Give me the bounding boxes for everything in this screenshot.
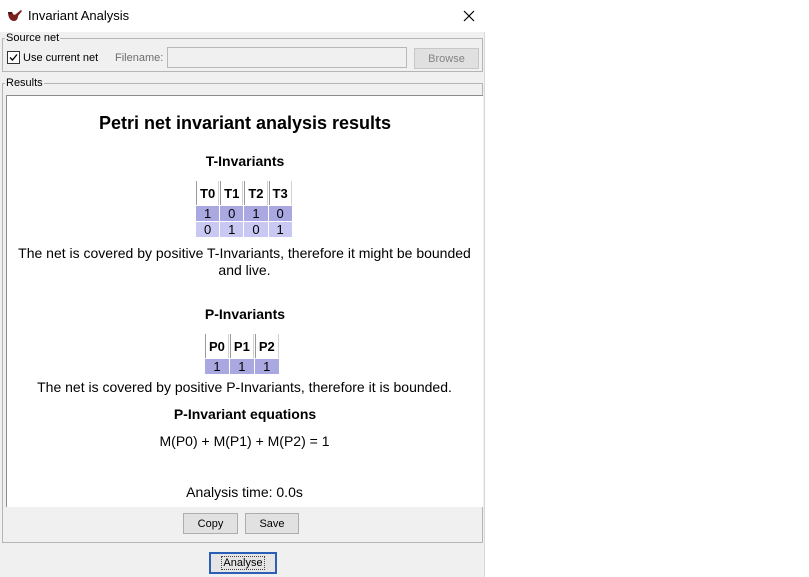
copy-button[interactable]: Copy: [183, 513, 238, 534]
tobacco-pipe-icon: [6, 8, 24, 24]
table-header: P2: [254, 334, 279, 358]
table-header: T1: [220, 181, 244, 205]
p-invariants-summary: The net is covered by positive P-Invaria…: [37, 379, 452, 395]
table-cell: 1: [244, 206, 268, 221]
filename-label: Filename:: [115, 52, 164, 64]
save-button[interactable]: Save: [245, 513, 299, 534]
table-header: T2: [244, 181, 268, 205]
t-invariants-summary: The net is covered by positive T-Invaria…: [18, 245, 471, 278]
analysis-time: Analysis time: 0.0s: [186, 484, 303, 500]
table-header: T3: [268, 181, 292, 205]
close-icon: [463, 10, 475, 22]
table-header: T0: [196, 181, 220, 205]
results-legend: Results: [6, 77, 43, 89]
t-invariants-table: T0 T1 T2 T3 1 0 1 0 0 1 0 1: [195, 180, 293, 238]
results-title: Petri net invariant analysis results: [98, 113, 392, 133]
window-title: Invariant Analysis: [28, 8, 130, 23]
table-cell: 1: [220, 222, 244, 237]
t-invariants-header-row: T0 T1 T2 T3: [196, 181, 292, 205]
table-cell: 1: [196, 206, 220, 221]
use-current-net-checkbox[interactable]: Use current net: [7, 51, 98, 64]
p-invariants-heading: P-Invariants: [204, 306, 286, 322]
source-net-legend: Source net: [6, 32, 60, 44]
table-cell: 1: [254, 359, 279, 374]
close-button[interactable]: [453, 0, 485, 32]
table-cell: 1: [205, 359, 229, 374]
table-row: 1 1 1: [205, 359, 279, 374]
table-header: P0: [205, 334, 229, 358]
results-panel[interactable]: Petri net invariant analysis results T-I…: [6, 95, 483, 507]
p-invariants-header-row: P0 P1 P2: [205, 334, 279, 358]
table-cell: 0: [196, 222, 220, 237]
table-cell: 0: [244, 222, 268, 237]
invariant-analysis-window: Invariant Analysis Source net Use curren…: [0, 0, 485, 577]
browse-button[interactable]: Browse: [414, 48, 479, 69]
checkbox-box[interactable]: [7, 51, 20, 64]
analyse-button-label: Analyse: [221, 556, 265, 570]
equations-heading: P-Invariant equations: [173, 406, 317, 422]
equation-text: M(P0) + M(P1) + M(P2) = 1: [159, 433, 330, 449]
checkmark-icon: [9, 54, 18, 61]
table-header: P1: [229, 334, 254, 358]
p-invariants-table: P0 P1 P2 1 1 1: [204, 333, 280, 375]
filename-input[interactable]: [167, 47, 407, 68]
title-bar: Invariant Analysis: [0, 0, 485, 32]
t-invariants-heading: T-Invariants: [205, 153, 285, 169]
table-cell: 0: [220, 206, 244, 221]
table-row: 1 0 1 0: [196, 206, 292, 221]
table-cell: 1: [268, 222, 292, 237]
analyse-button[interactable]: Analyse: [209, 552, 277, 574]
table-cell: 1: [229, 359, 254, 374]
table-cell: 0: [268, 206, 292, 221]
use-current-net-label: Use current net: [23, 51, 99, 64]
table-row: 0 1 0 1: [196, 222, 292, 237]
